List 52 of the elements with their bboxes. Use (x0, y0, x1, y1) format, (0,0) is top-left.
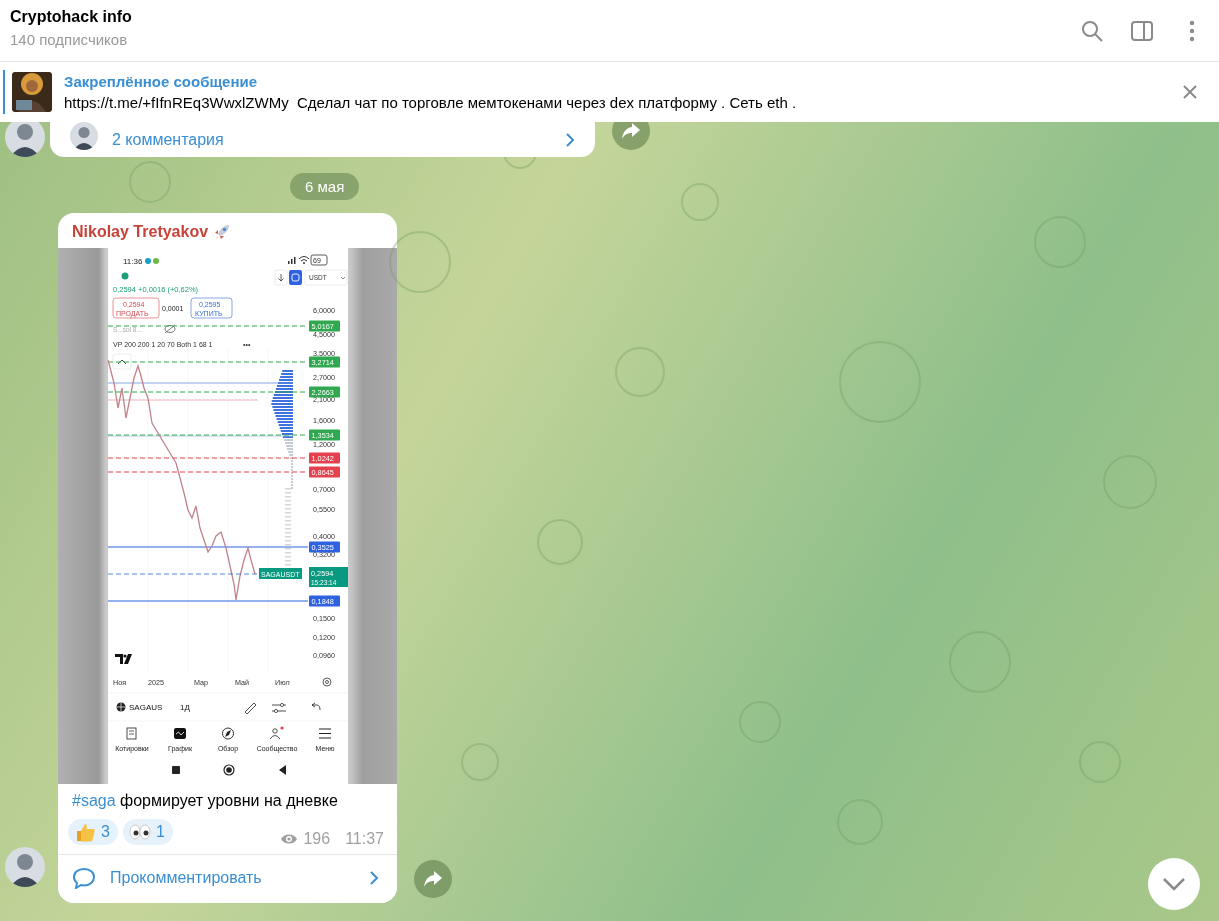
avatar[interactable] (70, 122, 98, 150)
interval-label: 1Д (179, 703, 190, 712)
sidebar-toggle-icon[interactable] (1131, 19, 1153, 42)
avatar[interactable] (5, 847, 45, 887)
avatar[interactable] (5, 122, 45, 157)
share-arrow-icon (423, 870, 443, 888)
thumbs-up-icon (74, 822, 96, 842)
sliders-icon[interactable] (271, 703, 286, 713)
search-icon[interactable] (1081, 19, 1103, 42)
chevron-right-icon (565, 131, 575, 148)
app-status-icon (144, 258, 159, 264)
chart-logo-icon (114, 654, 132, 664)
status-dot-icon (121, 272, 128, 280)
chevron-right-icon (369, 870, 379, 886)
sync-button[interactable] (288, 270, 302, 285)
author-name[interactable]: Nikolay Tretyakov (72, 223, 209, 241)
symbol-name: SAGAUS (128, 703, 162, 712)
status-time: 11:36 (122, 257, 142, 266)
home-bar-circle-icon[interactable] (222, 764, 235, 776)
channel-title: Cryptohack info (10, 7, 132, 26)
share-arrow-icon (621, 122, 641, 140)
reaction-button[interactable]: 3 (68, 819, 118, 845)
hidden-eye-icon (164, 324, 175, 334)
comments-link[interactable]: 2 комментария (112, 130, 565, 149)
symbol-globe-icon (115, 702, 126, 712)
date-badge: 6 мая (290, 173, 360, 200)
settings-icon[interactable] (322, 677, 331, 687)
subscriber-count: 140 подписчиков (10, 30, 129, 48)
collapse-button[interactable] (112, 353, 131, 370)
share-button[interactable] (414, 860, 452, 898)
scroll-down-button[interactable] (1148, 858, 1200, 910)
undo-icon[interactable] (311, 702, 320, 711)
eye-icon (280, 833, 299, 845)
signal-icon (287, 257, 295, 264)
message-text: #saga формирует уровни на дневке (71, 791, 339, 811)
pen-icon[interactable] (244, 702, 256, 715)
close-icon[interactable] (1182, 84, 1198, 100)
pinned-text: https://t.me/+fIfnREq3WwxlZWMy Сделал чат по торговле мемтокенами через dex платформу . Сеть eth . (64, 94, 798, 111)
reaction-button[interactable]: 1 (122, 819, 173, 845)
hashtag-link[interactable]: #saga (72, 792, 116, 809)
comment-button[interactable]: Прокомментировать (58, 854, 397, 903)
pinned-label: Закреплённое сообщение (64, 73, 259, 90)
battery-icon (310, 254, 327, 266)
home-bar-square-icon[interactable] (171, 766, 180, 774)
message-time: 11:37 (345, 830, 384, 848)
comment-bubble-icon (72, 867, 96, 889)
share-button[interactable] (612, 122, 650, 150)
wifi-icon (298, 256, 309, 264)
home-bar-back-icon[interactable] (278, 765, 286, 775)
chevron-down-icon (1162, 877, 1186, 891)
view-count: 196 (303, 830, 331, 848)
eyes-icon (128, 822, 151, 842)
